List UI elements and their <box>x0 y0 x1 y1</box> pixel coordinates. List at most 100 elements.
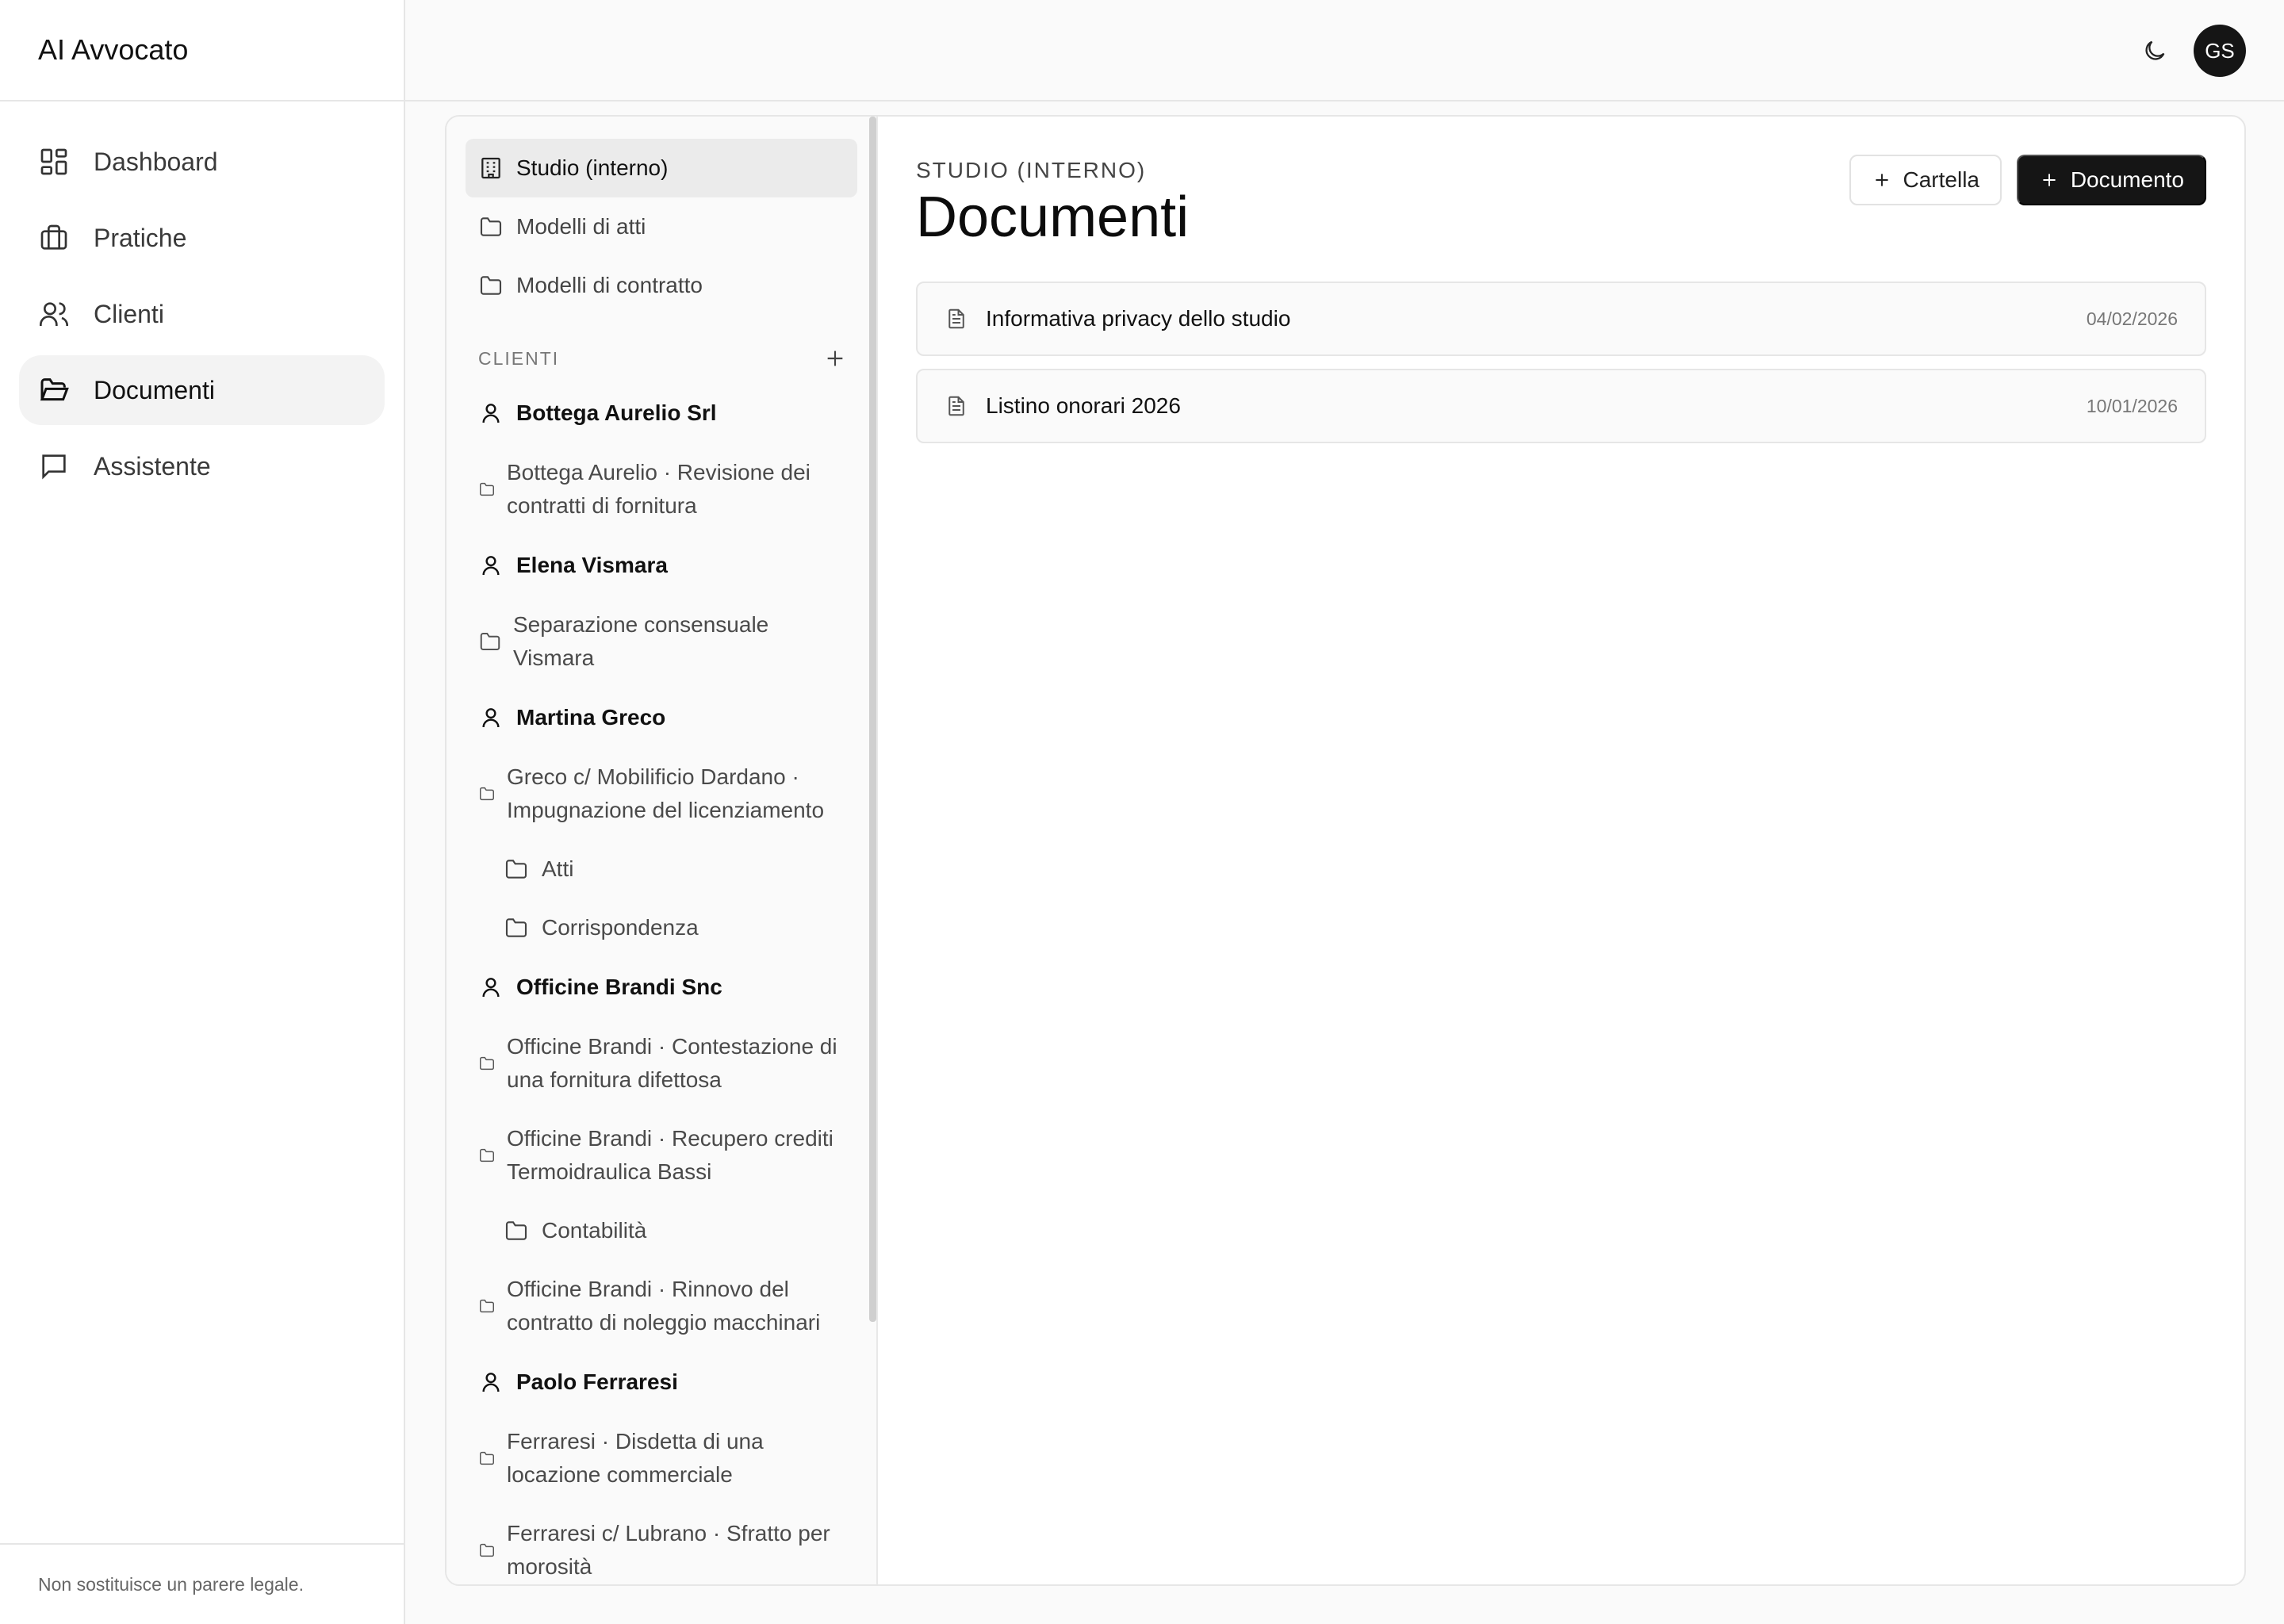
folder-icon <box>478 1297 496 1315</box>
subfolder-label: Atti <box>542 856 574 881</box>
matter-label: Officine Brandi · Rinnovo del contratto … <box>507 1277 821 1335</box>
tree-matter[interactable]: Officine Brandi · Contestazione di una f… <box>466 1017 857 1109</box>
clients-section-header: CLIENTI <box>466 334 857 383</box>
nav-item-label: Dashboard <box>94 147 218 176</box>
nav-item-clienti[interactable]: Clienti <box>19 279 385 349</box>
matter-label: Bottega Aurelio · Revisione dei contratt… <box>507 460 811 518</box>
matter-label: Officine Brandi · Contestazione di una f… <box>507 1034 837 1092</box>
tree-subfolder[interactable]: Atti <box>466 840 857 898</box>
user-icon <box>478 705 504 730</box>
tree-item-modelli-atti[interactable]: Modelli di atti <box>466 197 857 256</box>
tree-matter[interactable]: Ferraresi · Disdetta di una locazione co… <box>466 1412 857 1504</box>
moon-icon[interactable] <box>2139 35 2171 67</box>
tree-client[interactable]: Paolo Ferraresi <box>466 1352 857 1412</box>
folder-icon <box>504 1218 529 1243</box>
plus-icon <box>2039 170 2060 190</box>
tree-client[interactable]: Martina Greco <box>466 688 857 748</box>
nav-item-label: Documenti <box>94 375 215 404</box>
nav-item-dashboard[interactable]: Dashboard <box>19 127 385 197</box>
tree-item-studio[interactable]: Studio (interno) <box>466 139 857 197</box>
briefcase-icon <box>38 222 70 254</box>
folder-icon <box>504 915 529 940</box>
tree-item-label: Studio (interno) <box>516 155 669 180</box>
main-nav: Dashboard Pratiche Clienti Documenti Ass… <box>0 102 404 533</box>
avatar[interactable]: GS <box>2194 25 2246 77</box>
new-document-button[interactable]: Documento <box>2016 155 2206 205</box>
nav-item-documenti[interactable]: Documenti <box>19 355 385 425</box>
tree-subfolder[interactable]: Corrispondenza <box>466 898 857 957</box>
folder-icon <box>478 1147 496 1164</box>
tree-matter[interactable]: Bottega Aurelio · Revisione dei contratt… <box>466 443 857 535</box>
new-folder-button[interactable]: Cartella <box>1849 155 2002 205</box>
file-text-icon <box>945 307 968 331</box>
folder-icon <box>478 630 502 653</box>
add-client-icon[interactable] <box>822 346 848 371</box>
document-row[interactable]: Informativa privacy dello studio 04/02/2… <box>916 282 2206 356</box>
users-icon <box>38 298 70 330</box>
user-icon <box>478 400 504 426</box>
client-name: Officine Brandi Snc <box>516 975 722 999</box>
subfolder-label: Contabilità <box>542 1218 647 1243</box>
user-icon <box>478 553 504 578</box>
page-title: Documenti <box>916 186 1190 249</box>
document-date: 04/02/2026 <box>2086 308 2178 329</box>
user-icon <box>478 975 504 1000</box>
sidebar: AI Avvocato Dashboard Pratiche Clienti D… <box>0 0 405 1624</box>
disclaimer: Non sostituisce un parere legale. <box>0 1543 404 1624</box>
clients-heading: CLIENTI <box>478 347 560 369</box>
folder-breadcrumb: STUDIO (INTERNO) <box>916 158 1147 182</box>
folder-icon <box>478 481 496 498</box>
folder-icon <box>478 785 496 802</box>
folder-icon <box>478 273 504 298</box>
matter-label: Ferraresi c/ Lubrano · Sfratto per moros… <box>507 1521 830 1579</box>
client-name: Bottega Aurelio Srl <box>516 400 717 425</box>
tree-matter[interactable]: Greco c/ Mobilificio Dardano · Impugnazi… <box>466 748 857 840</box>
building-icon <box>478 155 504 181</box>
nav-item-label: Pratiche <box>94 223 187 252</box>
tree-client[interactable]: Elena Vismara <box>466 535 857 596</box>
client-name: Elena Vismara <box>516 553 668 577</box>
document-name: Listino onorari 2026 <box>986 393 1181 418</box>
new-folder-label: Cartella <box>1903 167 1979 192</box>
nav-item-label: Clienti <box>94 299 164 328</box>
folder-open-icon <box>38 374 70 406</box>
tree-scrollbar[interactable] <box>869 117 876 1322</box>
tree-matter[interactable]: Ferraresi c/ Lubrano · Sfratto per moros… <box>466 1504 857 1584</box>
user-icon <box>478 1369 504 1395</box>
top-bar: GS <box>405 0 2284 102</box>
tree-client[interactable]: Bottega Aurelio Srl <box>466 383 857 443</box>
dashboard-icon <box>38 146 70 178</box>
matter-label: Officine Brandi · Recupero crediti Termo… <box>507 1126 834 1184</box>
tree-subfolder[interactable]: Contabilità <box>466 1201 857 1260</box>
tree-matter[interactable]: Officine Brandi · Rinnovo del contratto … <box>466 1260 857 1352</box>
tree-matter[interactable]: Separazione consensuale Vismara <box>466 596 857 688</box>
tree-client[interactable]: Officine Brandi Snc <box>466 957 857 1017</box>
documents-panel: Studio (interno) Modelli di atti Modelli… <box>445 115 2246 1586</box>
folder-icon <box>478 1450 496 1467</box>
folder-tree: Studio (interno) Modelli di atti Modelli… <box>446 117 878 1584</box>
tree-item-label: Modelli di atti <box>516 214 646 239</box>
app-name[interactable]: AI Avvocato <box>0 0 404 102</box>
tree-item-label: Modelli di contratto <box>516 273 703 297</box>
client-name: Paolo Ferraresi <box>516 1369 678 1394</box>
tree-matter[interactable]: Officine Brandi · Recupero crediti Termo… <box>466 1109 857 1201</box>
plus-icon <box>1872 170 1892 190</box>
matter-label: Separazione consensuale Vismara <box>513 612 769 670</box>
matter-label: Ferraresi · Disdetta di una locazione co… <box>507 1429 764 1487</box>
tree-item-modelli-contratto[interactable]: Modelli di contratto <box>466 256 857 315</box>
new-document-label: Documento <box>2070 167 2184 192</box>
document-name: Informativa privacy dello studio <box>986 306 1291 331</box>
document-date: 10/01/2026 <box>2086 395 2178 416</box>
folder-icon <box>504 856 529 882</box>
matter-label: Greco c/ Mobilificio Dardano · Impugnazi… <box>507 764 825 822</box>
nav-item-assistente[interactable]: Assistente <box>19 431 385 501</box>
nav-item-label: Assistente <box>94 451 211 481</box>
subfolder-label: Corrispondenza <box>542 915 699 940</box>
document-list: Informativa privacy dello studio 04/02/2… <box>916 282 2206 456</box>
nav-item-pratiche[interactable]: Pratiche <box>19 203 385 273</box>
chat-icon <box>38 450 70 482</box>
client-name: Martina Greco <box>516 705 666 730</box>
documents-content: STUDIO (INTERNO) Documenti Cartella Docu… <box>878 117 2244 1584</box>
file-text-icon <box>945 394 968 418</box>
document-row[interactable]: Listino onorari 2026 10/01/2026 <box>916 369 2206 443</box>
